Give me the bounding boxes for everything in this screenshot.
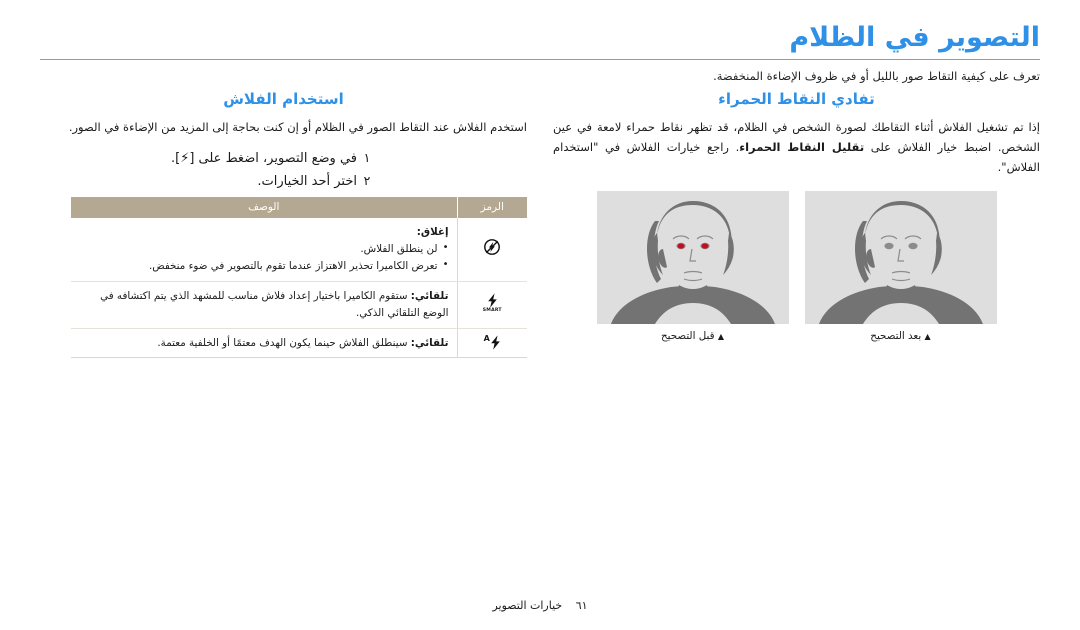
footer-section-name: خيارات التصوير [492, 599, 563, 612]
sample-before-correction: ▲ قبل التصحيح [596, 191, 789, 342]
step-1-text: في وضع التصوير، اضغط على [⚡]. [171, 151, 357, 166]
caption-text: بعد التصحيح [870, 330, 922, 343]
step-2-text: اختر أحد الخيارات. [257, 173, 357, 189]
flash-auto-label: تلقائي: [410, 336, 449, 349]
flash-off-description: إغلاق: لن ينطلق الفلاش. تعرض الكاميرا تح… [71, 217, 457, 283]
sample-before-caption: ▲ قبل التصحيح [597, 330, 789, 342]
flash-smart-caption: SMART [482, 308, 502, 314]
step-1-number: ١ [363, 149, 371, 165]
flash-off-bullets: لن ينطلق الفلاش. تعرض الكاميرا تحذير الا… [79, 240, 449, 275]
flash-smart-icon: SMART [456, 281, 527, 329]
page-title: التصوير في الظلام [789, 22, 1040, 53]
page-subtitle: تعرف على كيفية التقاط صور بالليل أو في ظ… [713, 69, 1040, 84]
table-row: إغلاق: لن ينطلق الفلاش. تعرض الكاميرا تح… [71, 217, 527, 283]
step-1-text-after: ]. [170, 150, 181, 166]
page-footer: ٦١ خيارات التصوير [0, 599, 1080, 612]
flash-usage-heading: استخدام الفلاش [223, 90, 344, 108]
flash-auto-description: تلقائي: سينطلق الفلاش حينما يكون الهدف م… [71, 328, 457, 359]
flash-auto-glyph: A [484, 335, 501, 350]
red-eye-heading: تفادي النقاط الحمراء [718, 90, 875, 108]
table-header-symbol: الرمز [456, 196, 527, 218]
column-red-eye: تفادي النقاط الحمراء إذا تم تشغيل الفلاش… [553, 90, 1040, 358]
caption-triangle-icon: ▲ [924, 332, 931, 342]
step-1-text-before: في وضع التصوير، اضغط على [ [189, 150, 357, 166]
table-row: SMART تلقائي: ستقوم الكاميرا باختيار إعد… [71, 281, 527, 329]
flash-usage-intro: استخدم الفلاش عند التقاط الصور في الظلام… [68, 120, 527, 134]
sample-before-image [596, 191, 789, 325]
flash-smart-description: تلقائي: ستقوم الكاميرا باختيار إعداد فلا… [71, 281, 457, 329]
flash-options-table: الرمز الوصف إغلاق: • لن ينطلق الفلاش. • … [71, 196, 527, 359]
column-flash-usage: استخدام الفلاش استخدم الفلاش عند التقاط … [40, 90, 527, 359]
sample-after-image [804, 191, 997, 325]
flash-off-glyph [483, 238, 501, 258]
flash-auto-text: سينطلق الفلاش حينما يكون الهدف معتمًا أو… [157, 336, 408, 349]
sample-images: ▲ بعد التصحيح ▲ قبل التصحيح [553, 191, 1040, 342]
page-header: التصوير في الظلام تعرف على كيفية التقاط … [40, 22, 1040, 83]
table-row: A تلقائي: سينطلق الفلاش حينما يكون الهدف… [71, 328, 527, 359]
flash-smart-label: تلقائي: [410, 290, 449, 303]
caption-text: قبل التصحيح [661, 330, 715, 343]
flash-smart-text: ستقوم الكاميرا باختيار إعداد فلاش مناسب … [100, 290, 449, 320]
step-2-number: ٢ [363, 172, 371, 188]
sample-after-correction: ▲ بعد التصحيح [804, 191, 997, 342]
table-header-description: الوصف [71, 196, 457, 218]
flash-bolt-icon: ⚡ [180, 150, 190, 166]
flash-auto-icon: A [456, 328, 527, 359]
step-2: ٢ اختر أحد الخيارات. [40, 173, 527, 189]
step-1: ١ في وضع التصوير، اضغط على [⚡]. [40, 150, 527, 166]
flash-smart-glyph: SMART [483, 293, 502, 314]
sample-after-caption: ▲ بعد التصحيح [805, 330, 997, 342]
content-columns: تفادي النقاط الحمراء إذا تم تشغيل الفلاش… [40, 90, 1040, 359]
flash-steps: ١ في وضع التصوير، اضغط على [⚡]. ٢ اختر أ… [40, 150, 527, 189]
list-item: تعرض الكاميرا تحذير الاهتزاز عندما تقوم … [79, 257, 449, 275]
manual-page: التصوير في الظلام تعرف على كيفية التقاط … [0, 0, 1080, 630]
title-divider [40, 59, 1040, 61]
flash-off-icon [456, 217, 527, 283]
page-number: ٦١ [575, 599, 588, 612]
red-eye-bold-term: تقليل النقاط الحمراء [739, 139, 865, 154]
list-item: لن ينطلق الفلاش. [79, 240, 449, 258]
flash-off-label: إغلاق: [416, 225, 449, 238]
table-header-row: الرمز الوصف [71, 196, 527, 218]
red-eye-paragraph: إذا تم تشغيل الفلاش أثناء التقاطك لصورة … [553, 118, 1040, 177]
caption-triangle-icon: ▲ [717, 332, 724, 342]
